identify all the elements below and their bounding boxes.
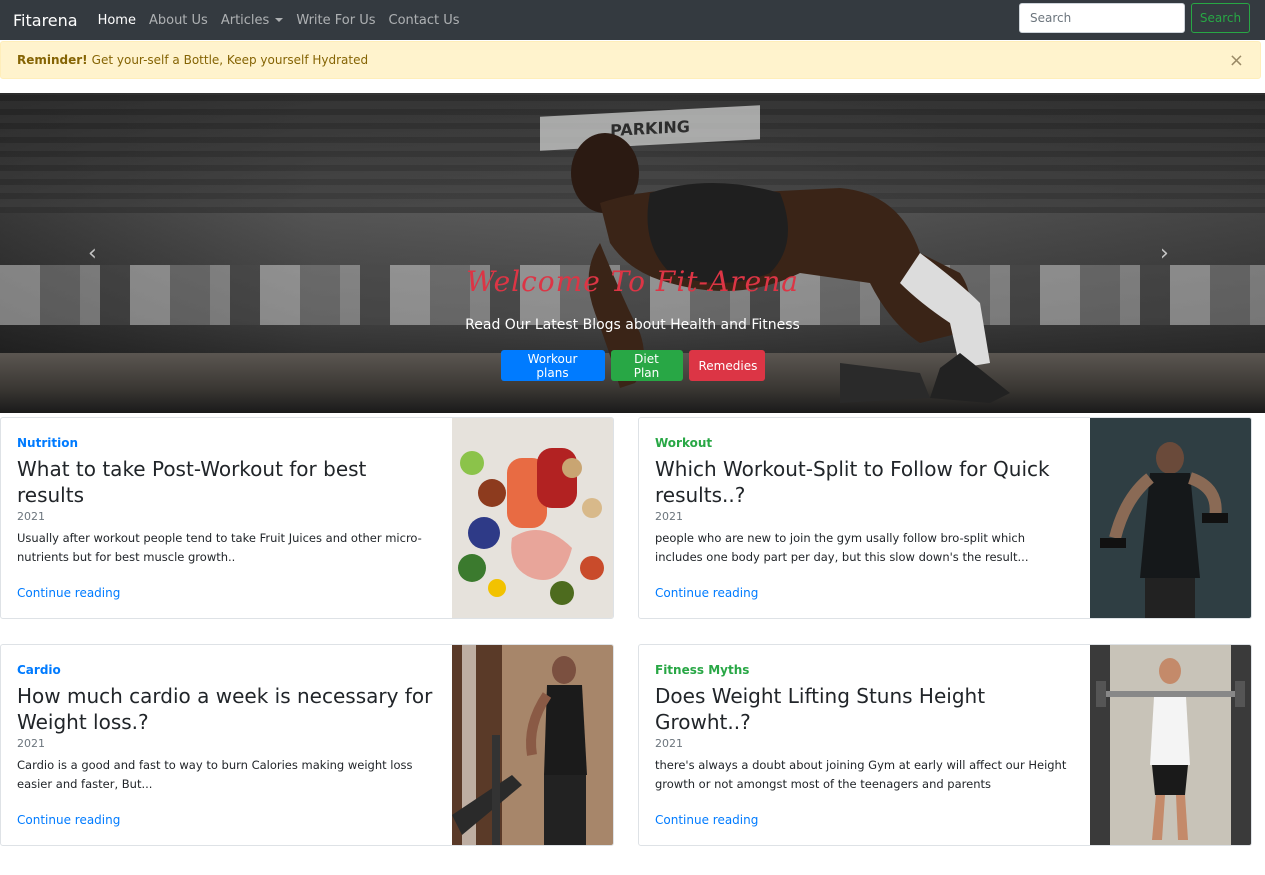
barbell-squat-image	[1090, 645, 1251, 845]
close-icon[interactable]: ×	[1229, 50, 1244, 71]
search-button[interactable]: Search	[1191, 3, 1250, 33]
card-category: Fitness Myths	[655, 663, 750, 677]
workout-plans-button[interactable]: Workour plans	[500, 350, 605, 381]
card-excerpt: people who are new to join the gym usall…	[655, 531, 1029, 564]
diet-plan-button[interactable]: Diet Plan	[610, 350, 683, 381]
card-title: What to take Post-Workout for best resul…	[17, 457, 367, 507]
nav-articles-label: Articles	[220, 12, 270, 28]
card-year: 2021	[655, 737, 683, 750]
caret-down-icon	[275, 18, 284, 22]
card-body: Fitness Myths Does Weight Lifting Stuns …	[655, 663, 1075, 794]
carousel-buttons: Workour plans Diet Plan Remedies	[0, 350, 1265, 381]
nav-about-us[interactable]: About Us	[149, 13, 208, 28]
carousel-next-icon[interactable]: ›	[1160, 241, 1169, 266]
card-title: Does Weight Lifting Stuns Height Growht.…	[655, 684, 986, 734]
card-excerpt: Cardio is a good and fast to way to burn…	[17, 758, 413, 791]
card-excerpt: Usually after workout people tend to tak…	[17, 531, 422, 564]
continue-reading-link[interactable]: Continue reading	[17, 813, 120, 827]
card-excerpt: there's always a doubt about joining Gym…	[655, 758, 1067, 791]
card-body: Nutrition What to take Post-Workout for …	[17, 436, 437, 567]
article-card-cardio: Cardio How much cardio a week is necessa…	[0, 644, 614, 846]
card-category: Cardio	[17, 663, 61, 677]
card-year: 2021	[17, 510, 45, 523]
continue-reading-link[interactable]: Continue reading	[655, 586, 758, 600]
continue-reading-link[interactable]: Continue reading	[655, 813, 758, 827]
card-year: 2021	[17, 737, 45, 750]
continue-reading-link[interactable]: Continue reading	[17, 586, 120, 600]
search-input[interactable]	[1019, 3, 1185, 33]
article-card-workout: Workout Which Workout-Split to Follow fo…	[638, 417, 1252, 619]
nav-articles-dropdown[interactable]: Articles	[220, 12, 284, 28]
card-year: 2021	[655, 510, 683, 523]
hero-carousel: PARKING ‹ › Welcome To Fit-Arena Read Ou…	[0, 93, 1265, 413]
article-card-fitness-myths: Fitness Myths Does Weight Lifting Stuns …	[638, 644, 1252, 846]
reminder-alert: Reminder! Get your-self a Bottle, Keep y…	[0, 41, 1261, 79]
nav-home[interactable]: Home	[98, 13, 136, 28]
nav-write-for-us[interactable]: Write For Us	[296, 13, 375, 28]
card-category: Nutrition	[17, 436, 78, 450]
carousel-subtitle: Read Our Latest Blogs about Health and F…	[465, 317, 800, 333]
card-title: Which Workout-Split to Follow for Quick …	[655, 457, 1050, 507]
nav-contact-us[interactable]: Contact Us	[389, 13, 460, 28]
carousel-title: Welcome To Fit-Arena	[466, 265, 799, 298]
dumbbell-curl-image	[1090, 418, 1251, 618]
remedies-button[interactable]: Remedies	[688, 350, 765, 381]
card-body: Cardio How much cardio a week is necessa…	[17, 663, 437, 794]
food-image	[452, 418, 613, 618]
alert-label: Reminder!	[17, 53, 88, 67]
search-form: Search	[1019, 3, 1250, 33]
card-body: Workout Which Workout-Split to Follow fo…	[655, 436, 1075, 567]
article-card-nutrition: Nutrition What to take Post-Workout for …	[0, 417, 614, 619]
card-title: How much cardio a week is necessary for …	[17, 684, 433, 734]
alert-message: Get your-self a Bottle, Keep yourself Hy…	[91, 53, 369, 67]
navbar: Fitarena Home About Us Articles Write Fo…	[0, 0, 1265, 40]
carousel-prev-icon[interactable]: ‹	[88, 241, 97, 266]
card-category: Workout	[655, 436, 713, 450]
treadmill-image	[452, 645, 613, 845]
brand-logo[interactable]: Fitarena	[13, 11, 78, 30]
